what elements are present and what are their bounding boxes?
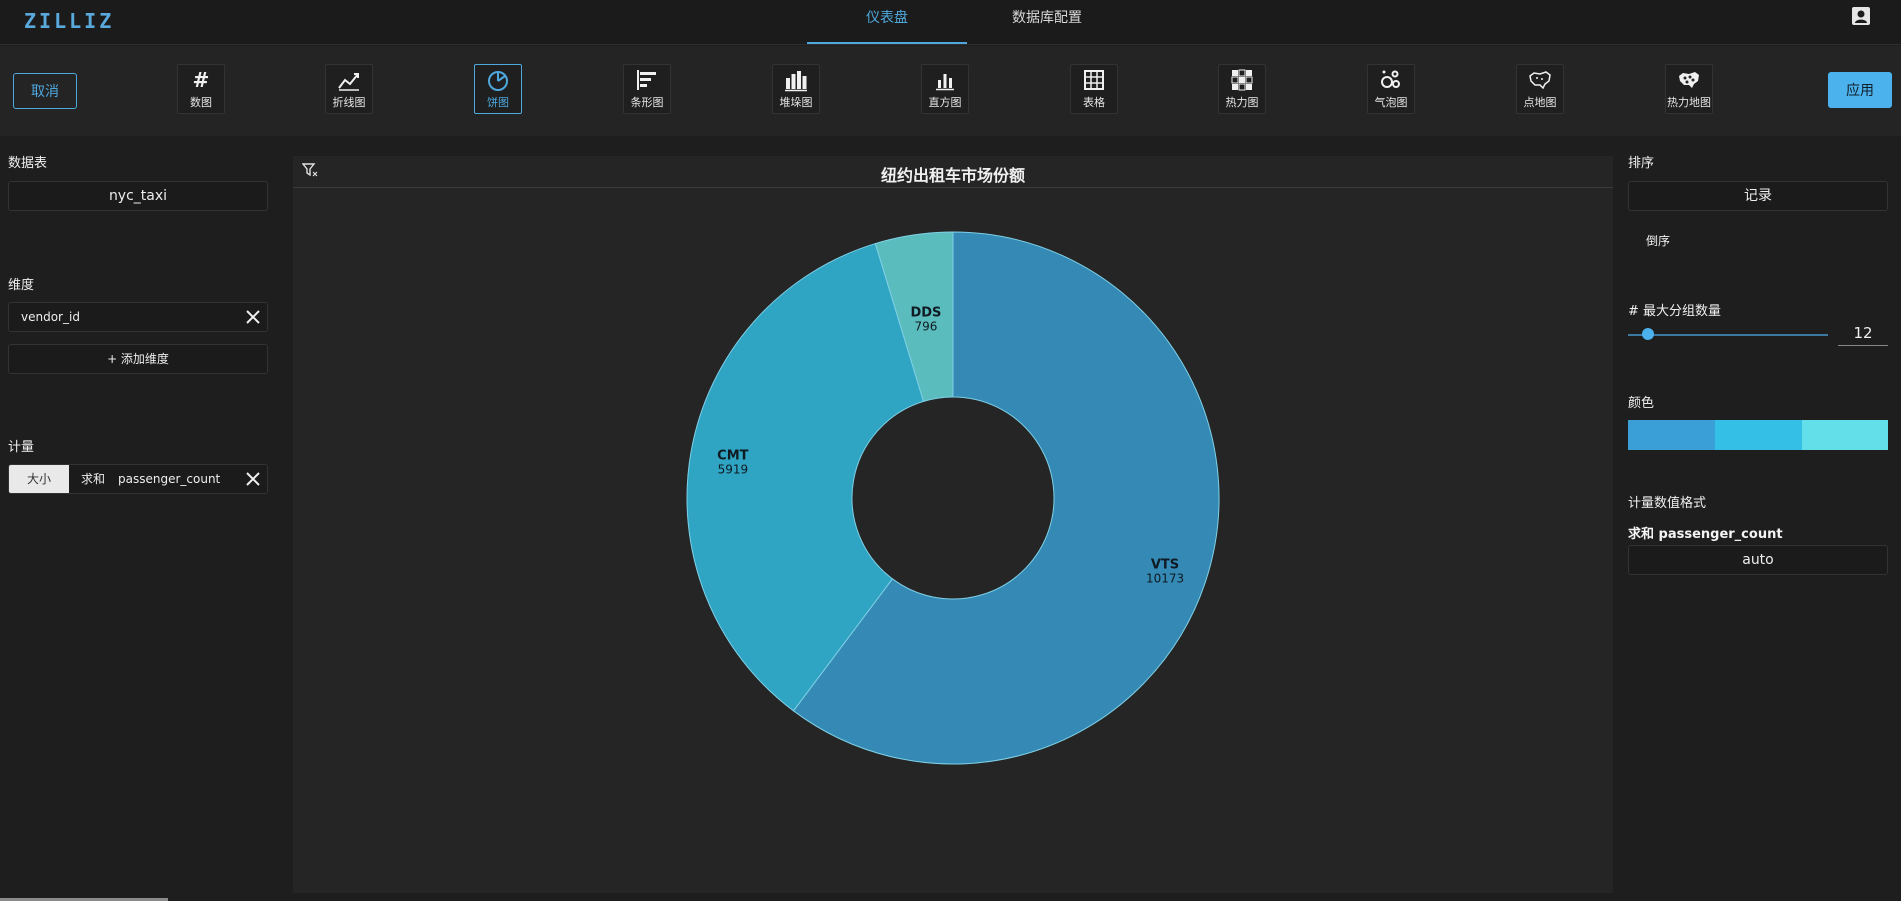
remove-dimension-icon[interactable]: [245, 309, 261, 325]
clear-filter-icon[interactable]: [302, 162, 318, 178]
chart-type-label: 饼图: [487, 96, 509, 109]
bubble-chart-icon: [1381, 70, 1400, 88]
chart-type-heatmap[interactable]: 热力图: [1218, 64, 1266, 114]
slice-value: 796: [914, 320, 937, 334]
number-icon: #: [193, 68, 210, 92]
line-chart-icon: [338, 73, 359, 91]
slice-label: VTS: [1151, 558, 1179, 573]
slice-label: CMT: [717, 448, 748, 463]
pie-chart-icon: [488, 71, 508, 91]
chart-type-label: 直方图: [928, 96, 962, 109]
heatmap-icon: [1231, 69, 1253, 91]
color-title: 颜色: [1628, 396, 1655, 411]
chart-header: 纽约出租车市场份额: [293, 156, 1613, 188]
chart-type-line[interactable]: 折线图: [325, 64, 373, 114]
chart-type-label: 气泡图: [1374, 96, 1408, 109]
bar-chart-icon: [637, 70, 656, 90]
sort-order-toggle[interactable]: 倒序: [1646, 232, 1670, 249]
chart-type-label: 数图: [190, 96, 212, 109]
color-swatch[interactable]: [1628, 420, 1715, 450]
dimension-value: vendor_id: [21, 310, 80, 324]
sort-select[interactable]: 记录: [1628, 181, 1888, 211]
config-right-panel: 排序 记录 倒序 # 最大分组数量 颜色 计量数值格式 求和 passenger…: [1628, 136, 1901, 901]
add-dimension-button[interactable]: + 添加维度: [8, 344, 268, 374]
color-swatch[interactable]: [1802, 420, 1888, 450]
color-swatch[interactable]: [1715, 420, 1802, 450]
max-groups-input[interactable]: [1838, 320, 1888, 346]
chart-preview: 纽约出租车市场份额 VTS 10173 CMT 5919 DDS 796: [293, 156, 1613, 893]
top-nav: ZILLIZ 仪表盘 数据库配置: [0, 0, 1901, 45]
chart-type-heat-map[interactable]: 热力地图: [1665, 64, 1713, 114]
dimension-field[interactable]: vendor_id: [8, 302, 268, 332]
logo: ZILLIZ: [24, 9, 115, 33]
chart-type-point-map[interactable]: 点地图: [1516, 64, 1564, 114]
chart-type-stacked[interactable]: 堆垛图: [772, 64, 820, 114]
format-measure-label: 求和 passenger_count: [1628, 527, 1783, 542]
slice-value: 5919: [718, 462, 749, 476]
max-groups-title: # 最大分组数量: [1628, 304, 1722, 319]
chart-type-histogram[interactable]: 直方图: [921, 64, 969, 114]
sort-title: 排序: [1628, 156, 1655, 171]
measure-aggregation[interactable]: 求和: [81, 465, 105, 493]
dimension-title: 维度: [8, 278, 35, 293]
measure-column: passenger_count: [118, 472, 221, 486]
chart-type-table[interactable]: 表格: [1070, 64, 1118, 114]
chart-type-pie[interactable]: 饼图: [474, 64, 522, 114]
chart-type-label: 点地图: [1523, 96, 1557, 109]
apply-button[interactable]: 应用: [1828, 72, 1892, 108]
chart-type-label: 热力图: [1225, 96, 1259, 109]
slice-value: 10173: [1146, 572, 1184, 586]
histogram-icon: [936, 74, 954, 91]
chart-type-label: 热力地图: [1667, 96, 1711, 109]
stacked-chart-icon: [785, 71, 807, 92]
chart-type-label: 表格: [1083, 96, 1105, 109]
datatable-title: 数据表: [8, 156, 48, 171]
chart-type-label: 条形图: [630, 96, 664, 109]
chart-type-number[interactable]: # 数图: [177, 64, 225, 114]
tab-dashboard[interactable]: 仪表盘: [807, 0, 967, 44]
slice-label: DDS: [910, 306, 941, 321]
format-select[interactable]: auto: [1628, 545, 1888, 575]
point-map-icon: [1529, 71, 1551, 90]
heat-map-icon: [1679, 72, 1699, 88]
chart-type-label: 堆垛图: [779, 96, 813, 109]
measure-field[interactable]: 大小 求和 passenger_count: [8, 464, 268, 494]
pie-chart[interactable]: VTS10173 CMT5919 DDS796: [293, 188, 1613, 893]
max-groups-slider-thumb[interactable]: [1642, 328, 1654, 340]
chart-type-bubble[interactable]: 气泡图: [1367, 64, 1415, 114]
config-left-panel: 数据表 nyc_taxi 维度 vendor_id + 添加维度 计量 大小 求…: [0, 136, 280, 901]
measure-size-tag[interactable]: 大小: [9, 465, 69, 493]
app-root: ZILLIZ 仪表盘 数据库配置 取消 # 数图 折线图 饼图 条形图 堆垛图 …: [0, 0, 1901, 901]
cancel-button[interactable]: 取消: [13, 73, 77, 109]
chart-type-bar[interactable]: 条形图: [623, 64, 671, 114]
chart-type-label: 折线图: [332, 96, 366, 109]
table-icon: [1084, 70, 1104, 90]
chart-title: 纽约出租车市场份额: [880, 166, 1025, 185]
tab-database-config[interactable]: 数据库配置: [967, 0, 1127, 44]
remove-measure-icon[interactable]: [245, 471, 261, 487]
measure-title: 计量: [8, 440, 35, 455]
format-title: 计量数值格式: [1628, 496, 1707, 511]
max-groups-slider-track[interactable]: [1628, 334, 1828, 336]
datatable-select[interactable]: nyc_taxi: [8, 181, 268, 211]
svg-text:#: #: [193, 68, 210, 92]
chart-type-toolbar: 取消 # 数图 折线图 饼图 条形图 堆垛图 直方图 表格 热力图 气泡图 点地…: [0, 46, 1901, 136]
user-account-icon[interactable]: [1851, 6, 1871, 26]
